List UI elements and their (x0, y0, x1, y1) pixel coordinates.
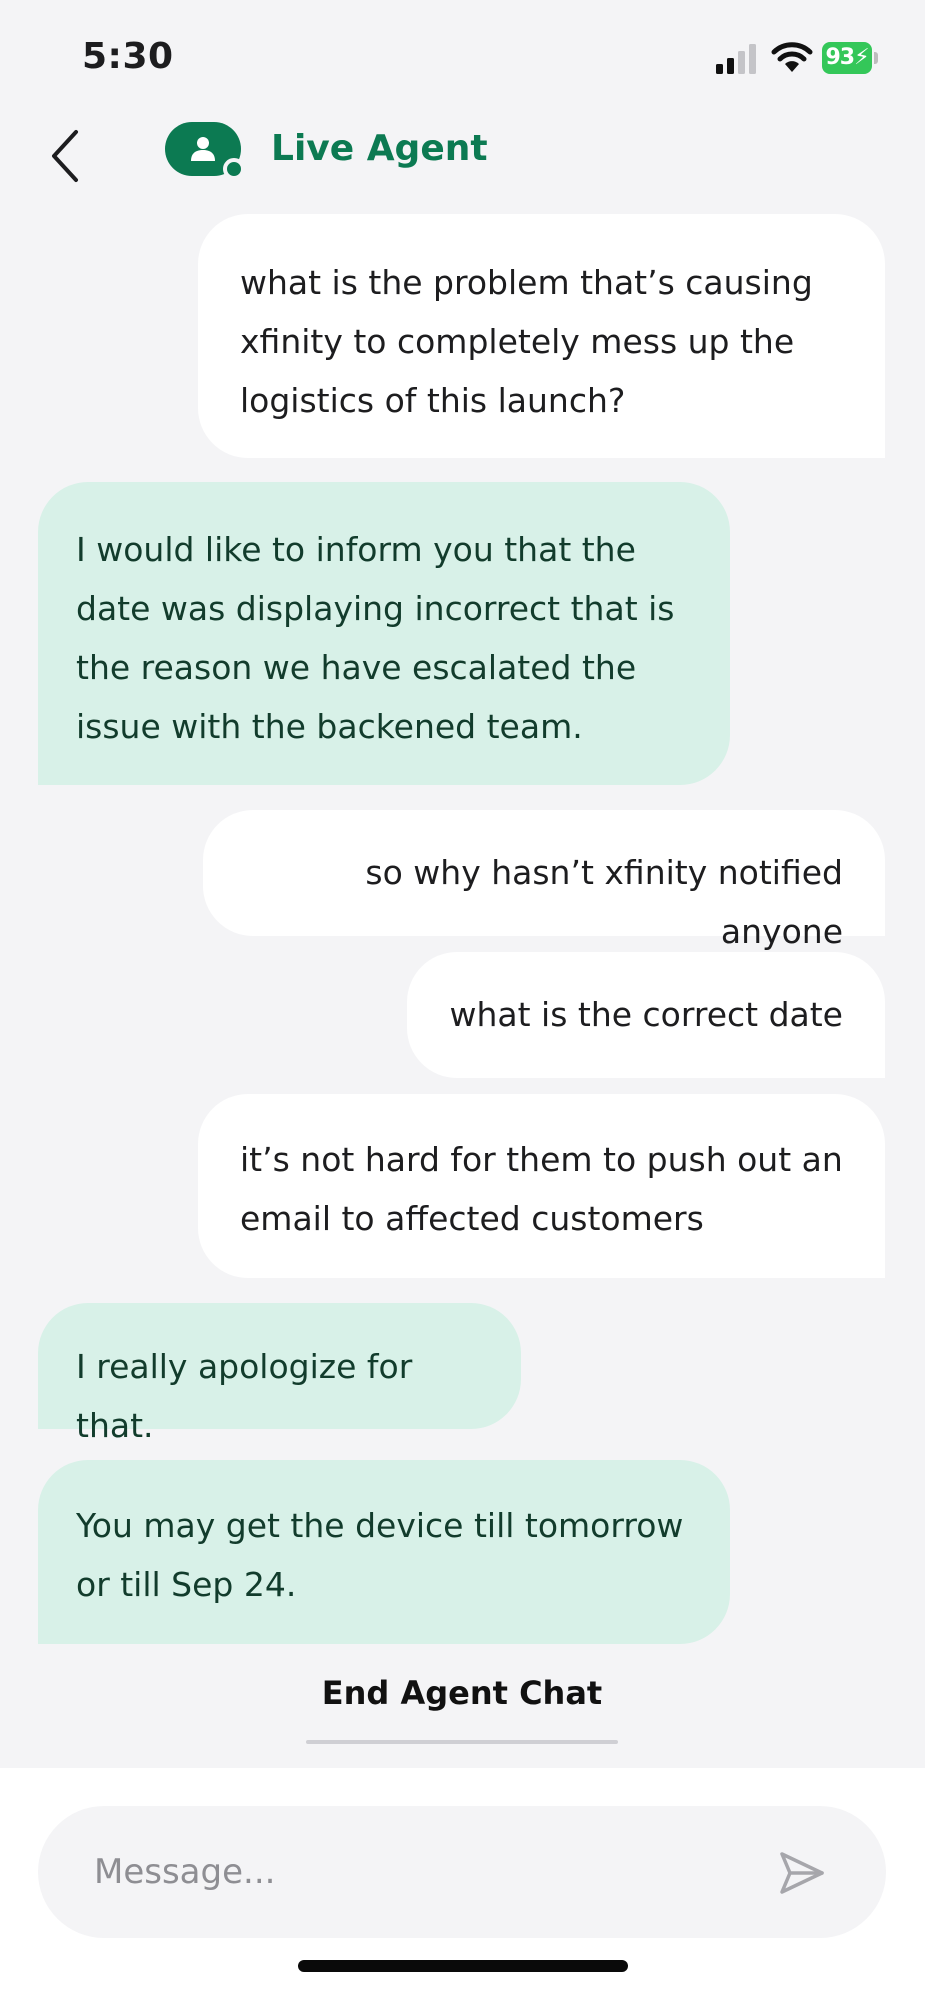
agent-avatar (165, 122, 245, 180)
user-message-bubble: what is the problem that’s causing xfini… (198, 214, 885, 458)
message-text: what is the correct date (449, 995, 843, 1034)
online-status-dot (223, 158, 245, 180)
end-agent-chat-button[interactable]: End Agent Chat (306, 1660, 618, 1744)
end-agent-chat-label: End Agent Chat (321, 1674, 603, 1712)
signal-icon (716, 44, 756, 74)
send-icon[interactable] (776, 1848, 828, 1898)
back-chevron-icon[interactable] (44, 120, 88, 192)
message-composer (0, 1768, 925, 2000)
status-bar: 5:30 93⚡ (0, 0, 925, 110)
person-icon (191, 137, 215, 161)
message-text: I would like to inform you that the date… (76, 530, 675, 746)
wifi-icon (771, 42, 813, 72)
user-message-bubble: what is the correct date (407, 952, 885, 1078)
message-text: I really apologize for that. (76, 1347, 413, 1445)
status-time: 5:30 (82, 36, 174, 77)
agent-message-bubble: I really apologize for that. (38, 1303, 521, 1445)
battery-icon: 93⚡ (822, 42, 878, 74)
agent-message-bubble: You may get the device till tomorrow or … (38, 1460, 730, 1644)
agent-name: Live Agent (271, 128, 488, 169)
user-message-bubble: so why hasn’t xfinity notified anyone (203, 810, 885, 951)
end-chat-underline (306, 1740, 618, 1744)
message-text: it’s not hard for them to push out an em… (240, 1140, 843, 1238)
message-text: what is the problem that’s causing xfini… (240, 263, 813, 420)
message-input[interactable] (38, 1806, 886, 1938)
message-text: You may get the device till tomorrow or … (76, 1506, 684, 1604)
agent-message-bubble: I would like to inform you that the date… (38, 482, 730, 785)
chat-header: Live Agent (0, 110, 925, 202)
home-indicator (298, 1960, 628, 1972)
battery-level: 93 (825, 45, 855, 70)
message-text: so why hasn’t xfinity notified anyone (365, 853, 843, 951)
user-message-bubble: it’s not hard for them to push out an em… (198, 1094, 885, 1278)
